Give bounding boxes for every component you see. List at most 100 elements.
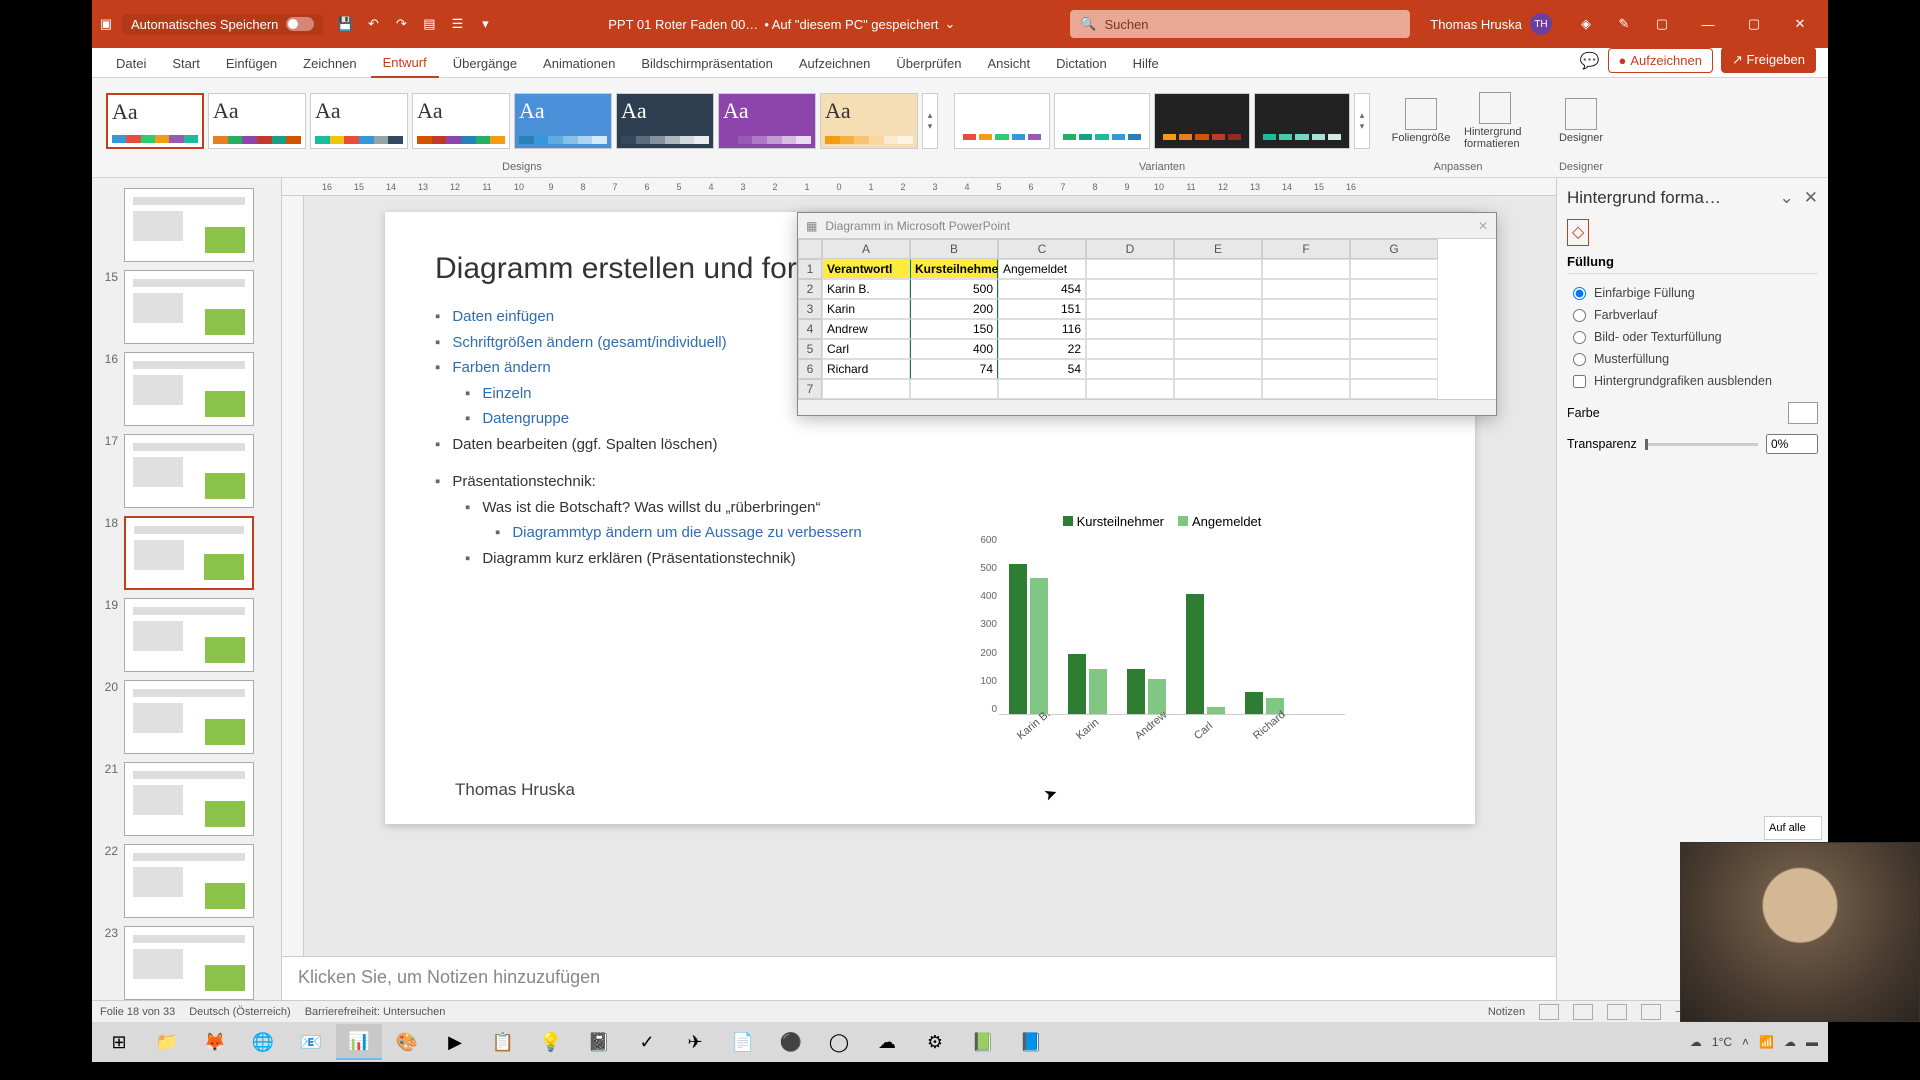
app-icon[interactable]: 💡 <box>528 1024 574 1060</box>
slide-thumb[interactable]: 19 <box>92 594 281 676</box>
tab-aufzeichnen[interactable]: Aufzeichnen <box>787 50 883 77</box>
slide-thumb[interactable]: 18 <box>92 512 281 594</box>
file-name[interactable]: PPT 01 Roter Faden 00… <box>608 17 758 32</box>
reading-view-icon[interactable] <box>1607 1004 1627 1020</box>
taskbar[interactable]: ⊞ 📁 🦊 🌐 📧 📊 🎨 ▶ 📋 💡 📓 ✓ ✈ 📄 ⚫ ◯ ☁ ⚙ 📗 📘 … <box>92 1022 1828 1062</box>
slide-thumb[interactable]: 20 <box>92 676 281 758</box>
app-icon[interactable]: ☁ <box>864 1024 910 1060</box>
sorter-view-icon[interactable] <box>1573 1004 1593 1020</box>
tab-datei[interactable]: Datei <box>104 50 158 77</box>
sheet-close-icon[interactable]: ✕ <box>1478 219 1488 233</box>
slide-thumb[interactable]: 21 <box>92 758 281 840</box>
variant-option[interactable] <box>1154 93 1250 149</box>
close-button[interactable]: ✕ <box>1778 8 1822 40</box>
theme-option[interactable]: Aa <box>412 93 510 149</box>
theme-option[interactable]: Aa <box>718 93 816 149</box>
transparency-slider[interactable] <box>1645 443 1758 446</box>
slide-size-button[interactable]: Foliengröße <box>1386 94 1456 148</box>
chart[interactable]: KursteilnehmerAngemeldet 600500400300200… <box>965 514 1345 764</box>
outlook-icon[interactable]: 📧 <box>288 1024 334 1060</box>
theme-option[interactable]: Aa <box>310 93 408 149</box>
fill-tab-icon[interactable]: ◇ <box>1567 219 1589 246</box>
window-icon[interactable]: ▢ <box>1654 16 1670 32</box>
hide-bg-graphics-checkbox[interactable]: Hintergrundgrafiken ausblenden <box>1567 370 1818 392</box>
app-icon[interactable]: ◯ <box>816 1024 862 1060</box>
slide-thumb[interactable]: 23 <box>92 922 281 1000</box>
accessibility-button[interactable]: Barrierefreiheit: Untersuchen <box>305 1006 446 1018</box>
save-icon[interactable]: 💾 <box>337 16 353 32</box>
comments-icon[interactable]: 💬 <box>1580 51 1600 71</box>
app-icon[interactable]: 📘 <box>1008 1024 1054 1060</box>
slide-canvas[interactable]: Diagramm erstellen und formatieren Daten… <box>304 196 1556 956</box>
onenote-icon[interactable]: 📓 <box>576 1024 622 1060</box>
maximize-button[interactable]: ▢ <box>1732 8 1776 40</box>
theme-option[interactable]: Aa <box>616 93 714 149</box>
app-icon[interactable]: 🎨 <box>384 1024 430 1060</box>
minimize-button[interactable]: — <box>1686 8 1730 40</box>
tab-entwurf[interactable]: Entwurf <box>371 49 439 78</box>
explorer-icon[interactable]: 📁 <box>144 1024 190 1060</box>
tab-start[interactable]: Start <box>160 50 211 77</box>
tab-animationen[interactable]: Animationen <box>531 50 627 77</box>
diamond-icon[interactable]: ◈ <box>1578 16 1594 32</box>
qat-more-icon[interactable]: ▾ <box>477 16 493 32</box>
tab-dictation[interactable]: Dictation <box>1044 50 1119 77</box>
touch-icon[interactable]: ☰ <box>449 16 465 32</box>
color-picker-button[interactable] <box>1788 402 1818 424</box>
variant-option[interactable] <box>1054 93 1150 149</box>
tray-chevron-icon[interactable]: ˄ <box>1742 1035 1749 1049</box>
pane-dropdown-icon[interactable]: ⌄ <box>1780 188 1794 208</box>
app-icon[interactable]: 📋 <box>480 1024 526 1060</box>
fill-option-radio[interactable]: Bild- oder Texturfüllung <box>1567 326 1818 348</box>
firefox-icon[interactable]: 🦊 <box>192 1024 238 1060</box>
weather-icon[interactable]: ☁ <box>1690 1035 1702 1049</box>
slide-thumb[interactable] <box>92 184 281 266</box>
variant-option[interactable] <box>1254 93 1350 149</box>
undo-icon[interactable]: ↶ <box>365 16 381 32</box>
search-box[interactable]: 🔍 Suchen <box>1070 10 1410 38</box>
tab-übergänge[interactable]: Übergänge <box>441 50 529 77</box>
apply-all-button[interactable]: Auf alle <box>1764 816 1822 840</box>
variant-option[interactable] <box>954 93 1050 149</box>
telegram-icon[interactable]: ✈ <box>672 1024 718 1060</box>
battery-icon[interactable]: ▬ <box>1806 1035 1818 1049</box>
vlc-icon[interactable]: ▶ <box>432 1024 478 1060</box>
notes-toggle[interactable]: Notizen <box>1488 1006 1525 1018</box>
variants-more-button[interactable]: ▴▾ <box>1354 93 1370 149</box>
themes-more-button[interactable]: ▴▾ <box>922 93 938 149</box>
fill-option-radio[interactable]: Einfarbige Füllung <box>1567 282 1818 304</box>
slideshow-view-icon[interactable] <box>1641 1004 1661 1020</box>
notes-pane[interactable]: Klicken Sie, um Notizen hinzuzufügen <box>282 956 1556 1000</box>
slide-thumbnails[interactable]: 15161718192021222324 <box>92 178 282 1000</box>
app-icon[interactable]: ✓ <box>624 1024 670 1060</box>
tab-bildschirmpräsentation[interactable]: Bildschirmpräsentation <box>629 50 785 77</box>
autosave-toggle[interactable]: Automatisches Speichern <box>122 14 323 35</box>
designer-button[interactable]: Designer <box>1546 94 1616 148</box>
cloud-icon[interactable]: ☁ <box>1784 1035 1796 1049</box>
slide-thumb[interactable]: 22 <box>92 840 281 922</box>
title-dropdown-icon[interactable]: ⌄ <box>945 16 956 32</box>
theme-option[interactable]: Aa <box>106 93 204 149</box>
theme-option[interactable]: Aa <box>820 93 918 149</box>
excel-icon[interactable]: 📗 <box>960 1024 1006 1060</box>
slide[interactable]: Diagramm erstellen und formatieren Daten… <box>385 212 1475 824</box>
language-button[interactable]: Deutsch (Österreich) <box>189 1006 290 1018</box>
redo-icon[interactable]: ↷ <box>393 16 409 32</box>
fill-option-radio[interactable]: Musterfüllung <box>1567 348 1818 370</box>
app-icon[interactable]: 📄 <box>720 1024 766 1060</box>
powerpoint-icon[interactable]: 📊 <box>336 1024 382 1060</box>
fill-option-radio[interactable]: Farbverlauf <box>1567 304 1818 326</box>
transparency-input[interactable] <box>1766 434 1818 454</box>
tab-hilfe[interactable]: Hilfe <box>1121 50 1171 77</box>
theme-option[interactable]: Aa <box>514 93 612 149</box>
settings-icon[interactable]: ⚙ <box>912 1024 958 1060</box>
network-icon[interactable]: 📶 <box>1759 1035 1774 1049</box>
slide-counter[interactable]: Folie 18 von 33 <box>100 1006 175 1018</box>
normal-view-icon[interactable] <box>1539 1004 1559 1020</box>
chrome-icon[interactable]: 🌐 <box>240 1024 286 1060</box>
record-button[interactable]: ● Aufzeichnen <box>1608 48 1713 73</box>
slide-thumb[interactable]: 15 <box>92 266 281 348</box>
share-button[interactable]: ↗ Freigeben <box>1721 47 1816 73</box>
account-button[interactable]: Thomas Hruska TH <box>1430 13 1552 35</box>
tab-zeichnen[interactable]: Zeichnen <box>291 50 368 77</box>
